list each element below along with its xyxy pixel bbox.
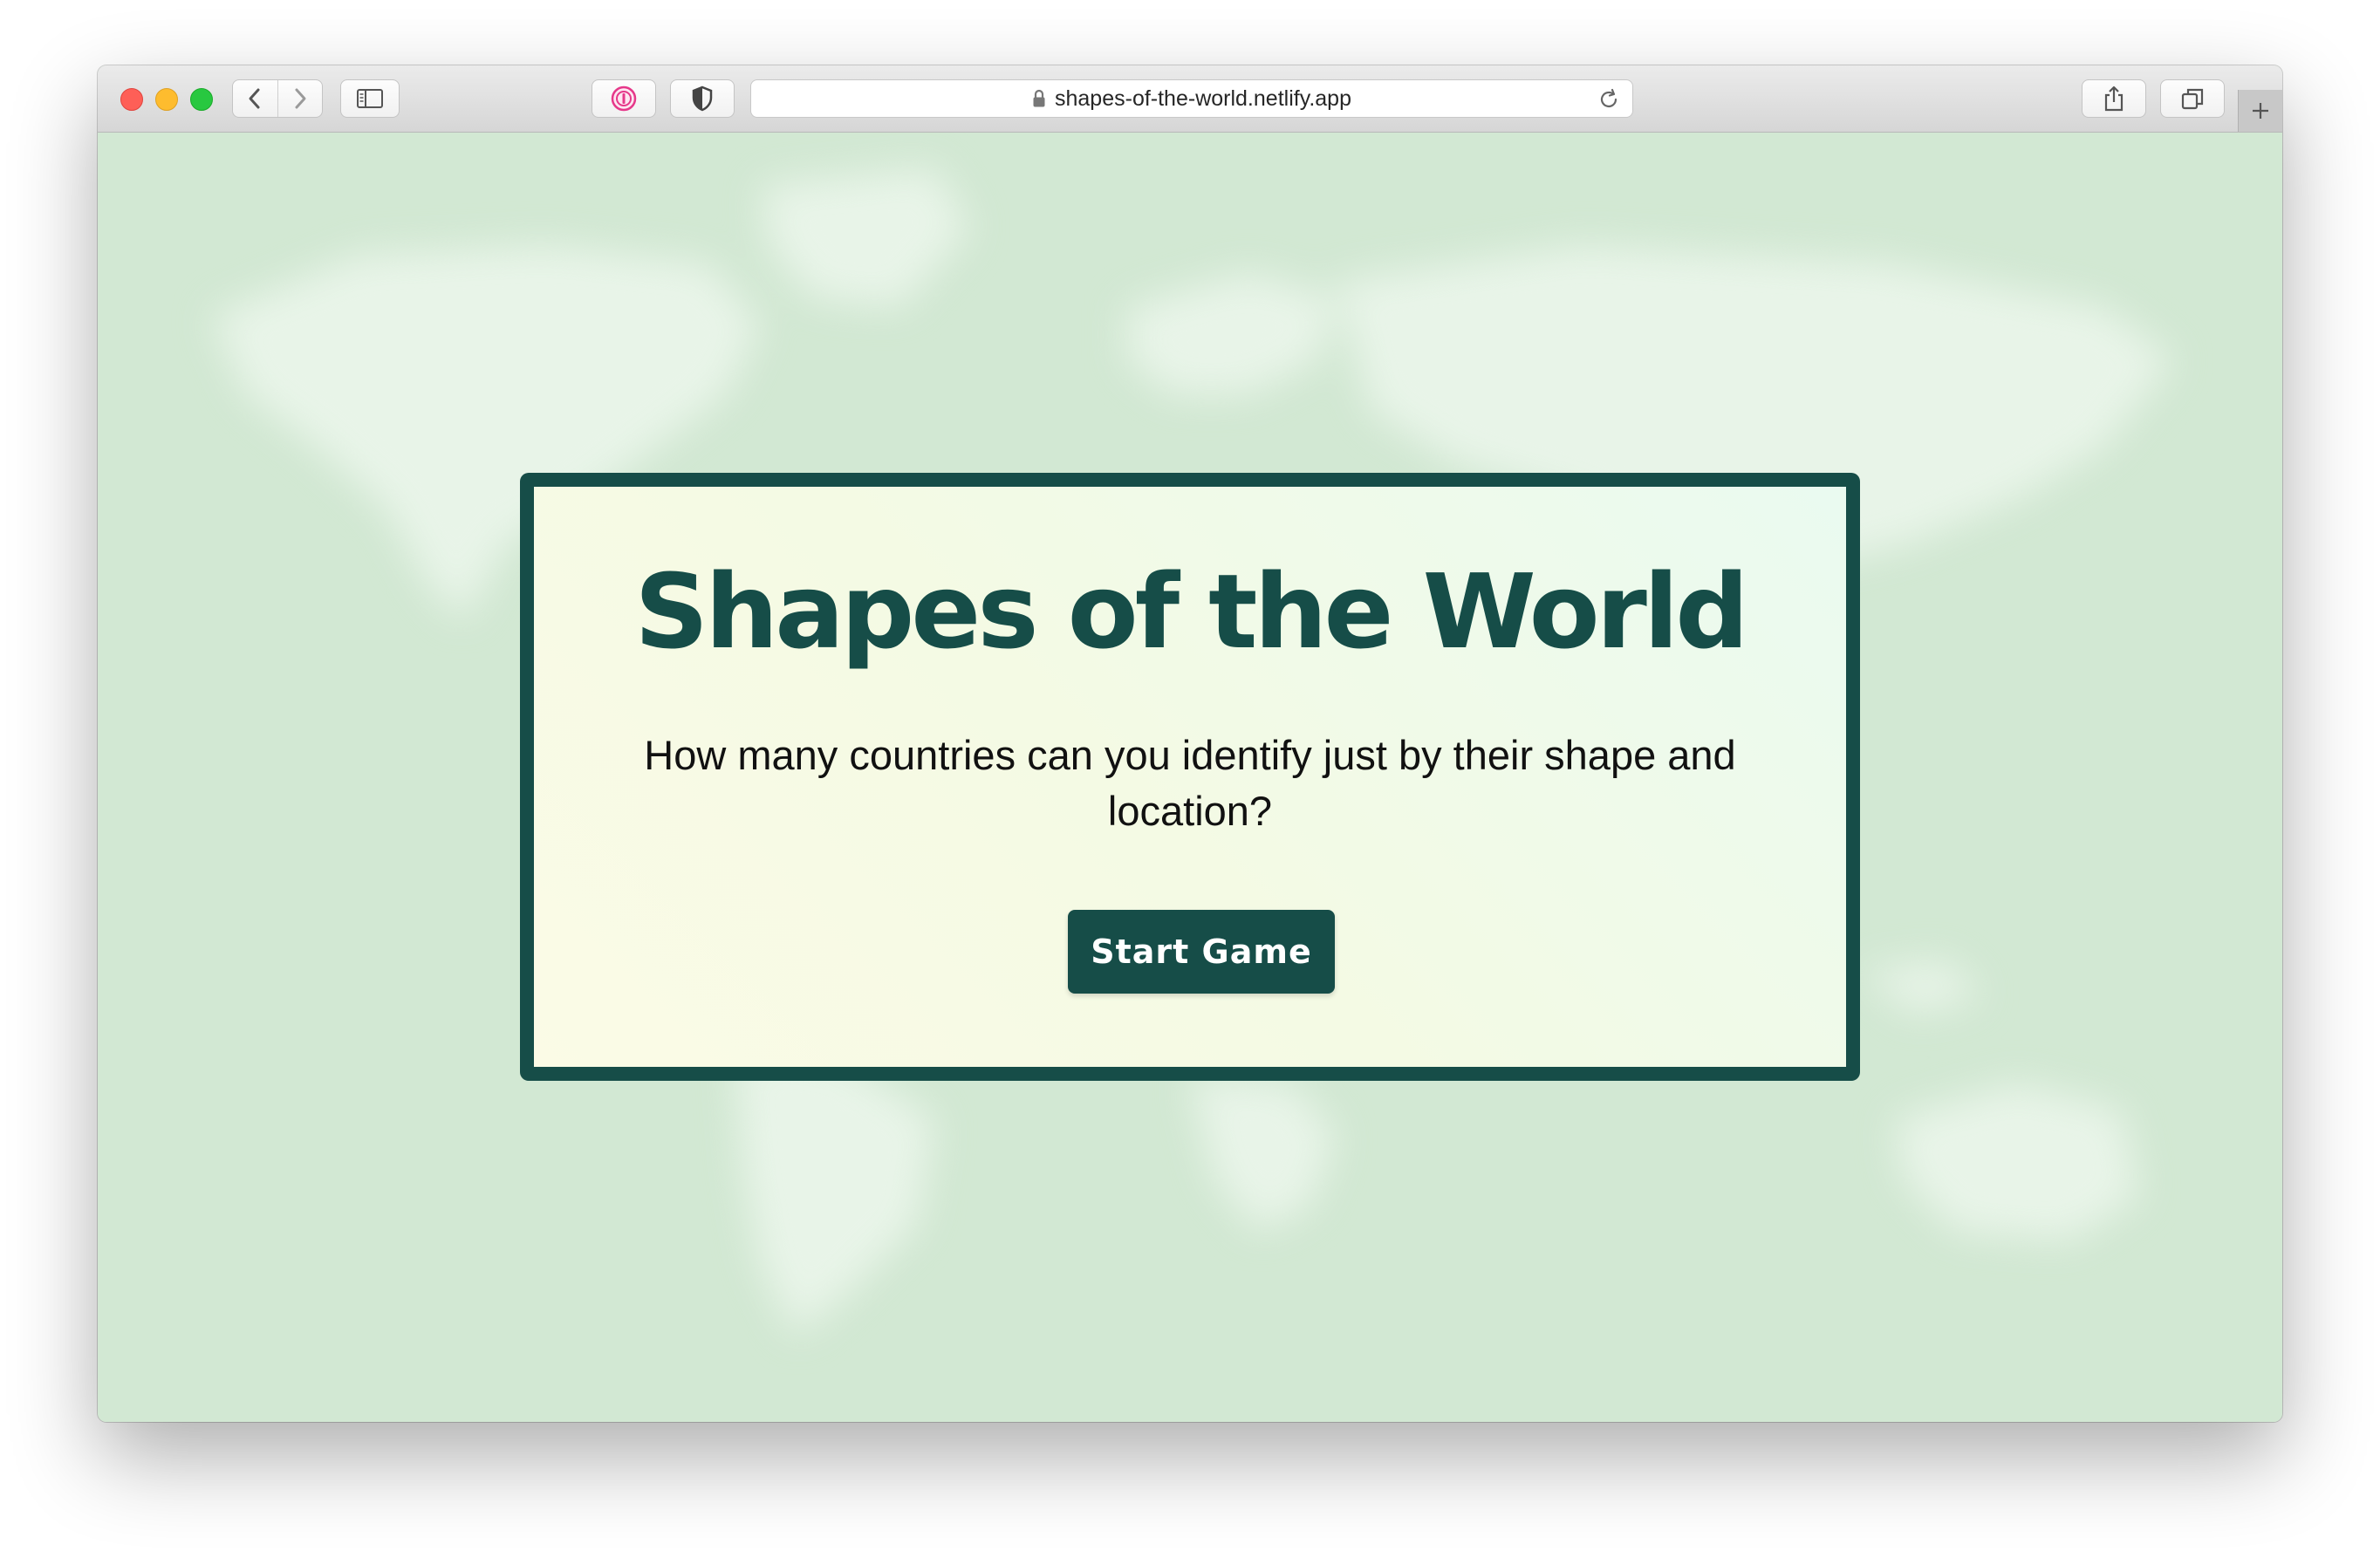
back-button[interactable] bbox=[233, 80, 277, 117]
page-title: Shapes of the World bbox=[634, 551, 1749, 672]
maximize-window-button[interactable] bbox=[190, 88, 213, 111]
start-game-button[interactable]: Start Game bbox=[1068, 910, 1335, 994]
chevron-right-icon bbox=[295, 88, 306, 109]
1password-icon bbox=[611, 85, 637, 112]
privacy-report-button[interactable] bbox=[670, 79, 735, 118]
browser-window: shapes-of-the-world.netlify.app Shapes o… bbox=[98, 65, 2282, 1422]
screenshot-stage: shapes-of-the-world.netlify.app Shapes o… bbox=[0, 0, 2380, 1551]
browser-toolbar: shapes-of-the-world.netlify.app bbox=[98, 65, 2282, 133]
sidebar-icon bbox=[357, 89, 383, 108]
share-button[interactable] bbox=[2082, 79, 2146, 118]
share-icon bbox=[2104, 85, 2124, 112]
password-manager-button[interactable] bbox=[592, 79, 656, 118]
plus-icon bbox=[2253, 103, 2268, 119]
shield-icon bbox=[692, 85, 713, 112]
intro-description: How many countries can you identify just… bbox=[644, 732, 1736, 834]
reload-button[interactable] bbox=[1597, 88, 1620, 115]
close-window-button[interactable] bbox=[120, 88, 143, 111]
tabs-overview-button[interactable] bbox=[2160, 79, 2225, 118]
url-text: shapes-of-the-world.netlify.app bbox=[1055, 85, 1351, 111]
lock-icon bbox=[1033, 89, 1045, 107]
intro-card: Shapes of the World How many countries c… bbox=[520, 473, 1860, 1081]
sidebar-toggle-button[interactable] bbox=[340, 79, 400, 118]
reload-icon bbox=[1600, 88, 1617, 107]
navigation-buttons bbox=[232, 79, 323, 118]
chevron-left-icon bbox=[249, 88, 260, 109]
tabs-overview-icon bbox=[2181, 88, 2204, 110]
page-content: Shapes of the World How many countries c… bbox=[98, 133, 2282, 1422]
address-bar[interactable]: shapes-of-the-world.netlify.app bbox=[750, 79, 1633, 118]
minimize-window-button[interactable] bbox=[155, 88, 178, 111]
new-tab-button[interactable] bbox=[2238, 90, 2282, 132]
forward-button[interactable] bbox=[277, 80, 323, 117]
